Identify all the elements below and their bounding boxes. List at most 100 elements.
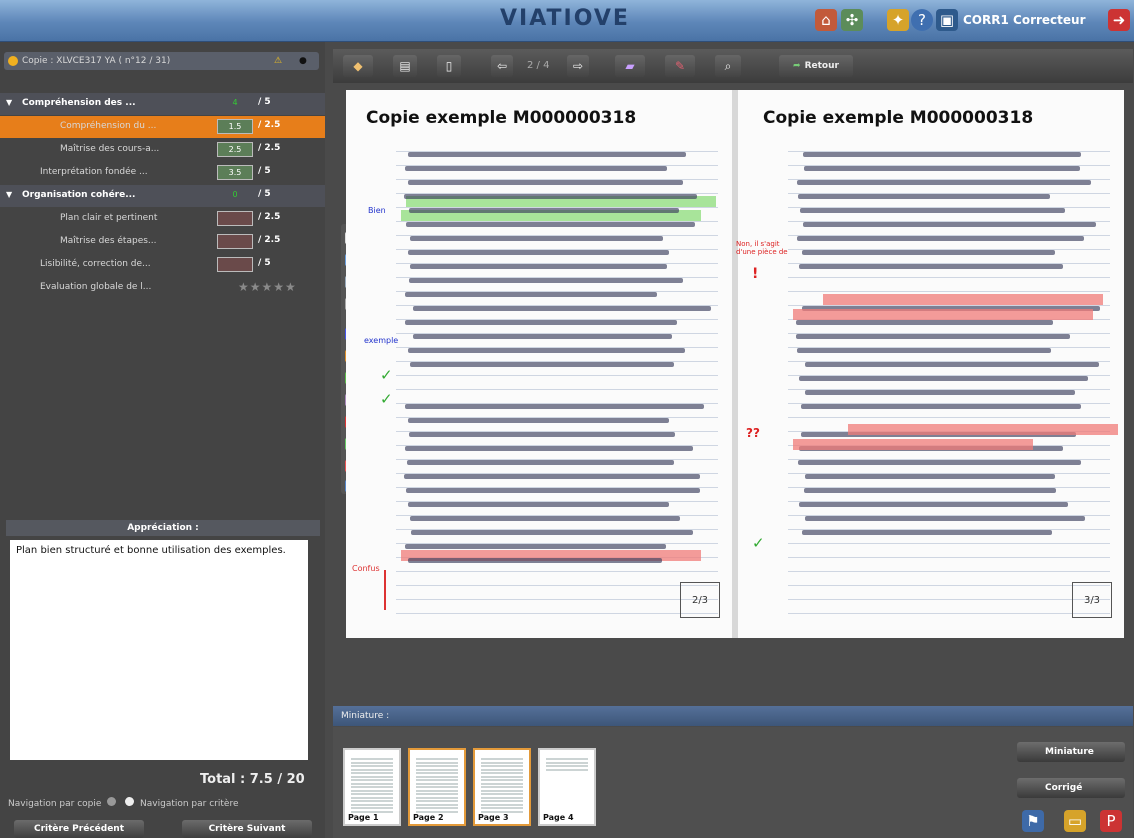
page-indicator: 2 / 4 <box>527 60 550 71</box>
criterion-row[interactable]: Evaluation globale de l... ★★★★★ <box>0 277 325 299</box>
copy-title-left: Copie exemple M000000318 <box>366 108 637 128</box>
criterion-row[interactable]: Maîtrise des étapes... / 2.5 <box>0 231 325 253</box>
thumbnail-line <box>351 803 393 806</box>
mark-icon: ! <box>752 266 759 282</box>
screen-icon[interactable]: ▣ <box>936 9 958 31</box>
criterion-label: Compréhension des ... <box>22 98 136 108</box>
thumbnail-line <box>416 800 458 802</box>
handwriting-line <box>405 292 657 297</box>
back-arrow-icon: ➦ <box>793 61 801 71</box>
print-icon[interactable]: ▤ <box>393 55 417 77</box>
criterion-label: Maîtrise des cours-a... <box>60 144 160 154</box>
thumbnail-line <box>481 796 523 799</box>
criterion-max: / 5 <box>258 258 271 268</box>
next-criterion-button[interactable]: Critère Suivant <box>182 820 312 838</box>
criterion-score-input[interactable] <box>217 211 253 226</box>
zoom-icon[interactable]: ⌕ <box>715 55 741 77</box>
miniature-button[interactable]: Miniature <box>1017 742 1125 762</box>
criterion-row[interactable]: Lisibilité, correction de... / 5 <box>0 254 325 276</box>
criterion-row[interactable]: Maîtrise des cours-a... 2.5 / 2.5 <box>0 139 325 161</box>
criterion-max: / 5 <box>258 97 271 107</box>
criterion-max: / 2.5 <box>258 120 281 130</box>
thumbnail-label: Page 3 <box>478 813 509 822</box>
thumbnail-line <box>481 782 523 785</box>
lightbulb-icon[interactable]: ✦ <box>887 9 909 31</box>
criterion-score-input[interactable] <box>217 234 253 249</box>
criterion-score-input[interactable]: 3.5 <box>217 165 253 180</box>
copy-selector[interactable]: Copie : XLVCE317 YA ( n°12 / 31) ⚠ ● <box>4 52 319 70</box>
criterion-score-input[interactable]: 2.5 <box>217 142 253 157</box>
eraser-icon[interactable]: ◆ <box>343 55 373 77</box>
app-header: VIATIOVE ⌂ ✣ ✦ ? ▣ CORR1 Correcteur ➜ <box>0 0 1134 42</box>
eye-icon[interactable]: ● <box>299 56 307 66</box>
handwriting-line <box>804 488 1056 493</box>
criterion-score-input[interactable] <box>217 257 253 272</box>
red-highlight <box>793 439 1033 450</box>
thumbnail-line <box>351 807 393 809</box>
handwriting-line <box>805 474 1055 479</box>
handwriting-line <box>799 264 1063 269</box>
expand-triangle-icon[interactable]: ▼ <box>6 98 12 107</box>
thumbnail-line <box>351 772 393 774</box>
handwriting-line <box>797 180 1091 185</box>
nav-copy-radio[interactable] <box>107 797 117 806</box>
handwriting-line <box>407 460 674 465</box>
miniature-bar[interactable]: Miniature : <box>333 706 1133 726</box>
tools-icon[interactable]: ✣ <box>841 9 863 31</box>
brush-icon[interactable]: ✎ <box>665 55 695 77</box>
expand-triangle-icon[interactable]: ▼ <box>6 190 12 199</box>
previous-page-icon[interactable]: ⇦ <box>491 55 513 77</box>
handwriting-line <box>799 376 1088 381</box>
handwriting-line <box>409 432 675 437</box>
thumbnail-line <box>481 758 523 760</box>
page-thumbnail[interactable]: Page 2 <box>408 748 466 826</box>
thumbnail-line <box>416 789 458 792</box>
page-thumbnail[interactable]: Page 4 <box>538 748 596 826</box>
next-page-icon[interactable]: ⇨ <box>567 55 589 77</box>
handwriting-line <box>410 264 667 269</box>
thumbnail-line <box>481 800 523 802</box>
page-thumbnail[interactable]: Page 1 <box>343 748 401 826</box>
rating-stars-icon[interactable]: ★★★★★ <box>238 280 297 294</box>
logout-icon[interactable]: ➜ <box>1108 9 1130 31</box>
criterion-row[interactable]: Compréhension du ... 1.5 / 2.5 <box>0 116 325 138</box>
home-icon[interactable]: ⌂ <box>815 9 837 31</box>
thumbnail-line <box>546 761 588 764</box>
criterion-label: Organisation cohére... <box>22 190 136 200</box>
thumbnail-line <box>546 758 588 760</box>
grading-panel: Copie : XLVCE317 YA ( n°12 / 31) ⚠ ● Com… <box>0 42 325 838</box>
handwriting-line <box>803 222 1096 227</box>
handwriting-line <box>406 222 695 227</box>
app-logo: VIATIOVE <box>500 6 630 31</box>
thumbnail-line <box>416 803 458 806</box>
page-thumbnail[interactable]: Page 3 <box>473 748 531 826</box>
handwriting-line <box>409 278 683 283</box>
criterion-row[interactable]: Interprétation fondée ... 3.5 / 5 <box>0 162 325 184</box>
document-icon[interactable]: ▯ <box>437 55 461 77</box>
appreciation-textarea[interactable]: Plan bien structuré et bonne utilisation… <box>10 540 308 760</box>
criterion-score-input[interactable]: 0 <box>217 188 253 203</box>
thumbnail-line <box>481 789 523 792</box>
pin-icon[interactable]: ⚑ <box>1022 810 1044 832</box>
previous-criterion-button[interactable]: Critère Précédent <box>14 820 144 838</box>
folder-icon[interactable]: ▭ <box>1064 810 1086 832</box>
criterion-row[interactable]: Organisation cohére... 0 / 5 ▼ <box>0 185 325 207</box>
handwriting-line <box>796 334 1070 339</box>
thumbnail-line <box>481 765 523 767</box>
criterion-score-input[interactable]: 4 <box>217 96 253 111</box>
help-icon[interactable]: ? <box>911 9 933 31</box>
back-button[interactable]: ➦ Retour <box>779 55 853 77</box>
notes-icon[interactable]: ▰ <box>615 55 645 77</box>
thumbnail-line <box>481 761 523 764</box>
thumbnail-label: Page 4 <box>543 813 574 822</box>
corrige-button[interactable]: Corrigé <box>1017 778 1125 798</box>
nav-criteria-radio[interactable] <box>125 797 135 806</box>
thumbnail-label: Page 1 <box>348 813 379 822</box>
criterion-row[interactable]: Compréhension des ... 4 / 5 ▼ <box>0 93 325 115</box>
red-margin-line <box>384 570 386 610</box>
criterion-score-input[interactable]: 1.5 <box>217 119 253 134</box>
pdf-icon[interactable]: P <box>1100 810 1122 832</box>
document-viewer[interactable]: Copie exemple M000000318 Bien exemple Co… <box>346 90 1124 638</box>
copy-label: Copie : XLVCE317 YA ( n°12 / 31) <box>22 56 171 66</box>
criterion-row[interactable]: Plan clair et pertinent / 2.5 <box>0 208 325 230</box>
